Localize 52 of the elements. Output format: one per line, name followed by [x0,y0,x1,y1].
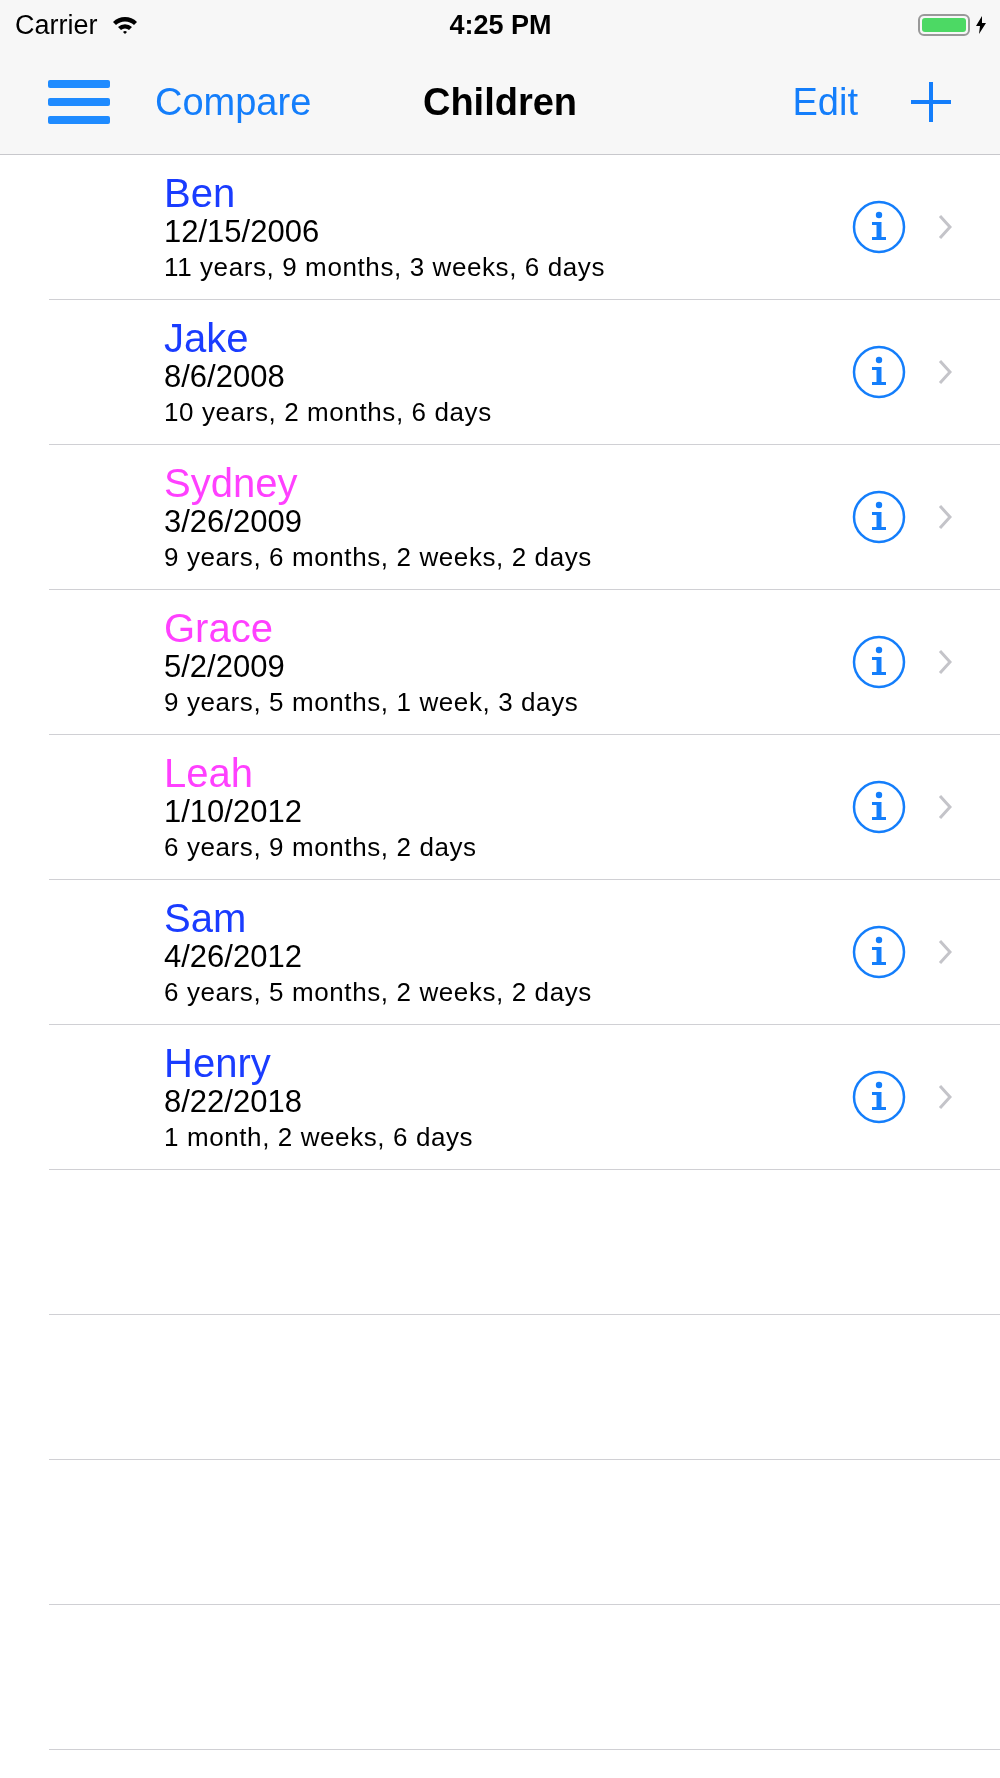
compare-button[interactable]: Compare [155,80,312,124]
age-text: 6 years, 9 months, 2 days [164,831,478,863]
birth-date: 1/10/2012 [164,793,303,831]
birth-date: 4/26/2012 [164,938,303,976]
chevron-icon [938,359,952,385]
child-name: Henry [164,1041,272,1085]
birth-date: 8/6/2008 [164,358,286,396]
child-row[interactable]: Sydney 3/26/2009 9 years, 6 months, 2 weeks, 2 days [49,445,1000,590]
info-icon[interactable] [852,200,906,254]
birth-date: 8/22/2018 [164,1084,303,1121]
info-icon[interactable] [852,1070,906,1124]
info-icon[interactable] [852,925,906,979]
birth-date: 3/26/2009 [164,504,303,541]
birth-date: 5/2/2009 [164,648,286,686]
birth-date: 12/15/2006 [164,213,321,251]
edit-button[interactable]: Edit [792,80,858,124]
child-row[interactable]: Jake 8/6/2008 10 years, 2 months, 6 days [49,300,1000,445]
chevron-icon [938,649,952,675]
chevron-icon [938,939,952,965]
age-text: 9 years, 6 months, 2 weeks, 2 days [164,541,593,573]
chevron-icon [938,214,952,240]
info-icon[interactable] [852,490,906,544]
carrier-name: Carrier [15,9,98,41]
age-text: 1 month, 2 weeks, 6 days [164,1121,475,1153]
info-icon[interactable] [852,635,906,689]
info-icon[interactable] [852,345,906,399]
child-row[interactable]: Henry 8/22/2018 1 month, 2 weeks, 6 days [49,1025,1000,1170]
child-row[interactable]: Grace 5/2/2009 9 years, 5 months, 1 week, 3 days [49,590,1000,735]
child-row[interactable]: Ben 12/15/2006 11 years, 9 months, 3 weeks, 6 days [49,155,1000,300]
child-row[interactable]: Leah 1/10/2012 6 years, 9 months, 2 days [49,735,1000,880]
chevron-icon [938,504,952,530]
menu-icon[interactable] [48,78,110,126]
age-text: 9 years, 5 months, 1 week, 3 days [164,686,580,718]
chevron-icon [938,794,952,820]
age-text: 6 years, 5 months, 2 weeks, 2 days [164,976,593,1008]
child-name: Jake [164,316,250,360]
age-text: 10 years, 2 months, 6 days [164,396,493,428]
child-name: Leah [164,751,254,795]
child-row[interactable]: Sam 4/26/2012 6 years, 5 months, 2 weeks, 2 days [49,880,1000,1025]
child-name: Grace [164,606,274,650]
wifi-icon [111,15,138,35]
child-name: Sam [164,896,248,940]
child-name: Sydney [164,461,299,505]
child-name: Ben [164,171,237,215]
info-icon[interactable] [852,780,906,834]
add-icon[interactable] [910,81,952,123]
nav-title: Children [422,80,578,124]
age-text: 11 years, 9 months, 3 weeks, 6 days [164,251,607,283]
battery-icon [918,14,970,36]
charging-bolt-icon [976,16,986,34]
status-time: 4:25 PM [449,9,552,41]
chevron-icon [938,1084,952,1110]
